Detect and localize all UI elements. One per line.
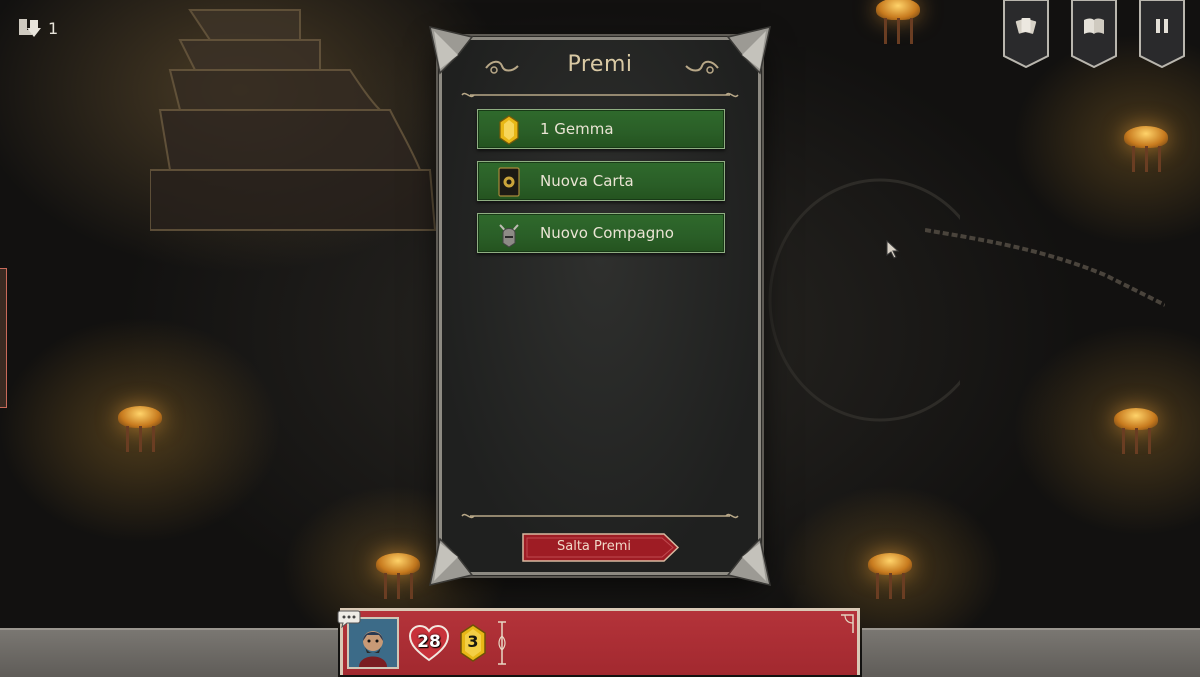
ornament-right [685,60,719,74]
reward-gem[interactable]: 1 Gemma [477,109,725,149]
corner-spike [726,25,771,75]
pause-button[interactable] [1139,0,1185,69]
reward-companion[interactable]: Nuovo Compagno [477,213,725,253]
health-value: 28 [417,632,441,652]
gem-icon [499,115,519,145]
gem-count: 3 [467,632,479,651]
brazier [862,545,918,605]
cards-icon [1015,18,1037,34]
reward-card[interactable]: Nuova Carta [477,161,725,201]
hud-bar-left [0,628,338,677]
reward-card-label: Nuova Carta [540,172,634,190]
stairs-decoration [150,9,437,231]
corner-spike [726,537,771,587]
hud-corner-ornament [841,614,854,633]
brazier [370,545,426,605]
title-divider [461,92,739,98]
step-count: 1 [48,18,59,38]
hud-bar-right [862,628,1200,677]
brazier [112,398,168,458]
boot-arrow-icon [19,19,41,37]
helmet-icon [499,224,519,248]
book-icon [1084,18,1104,34]
rewards-panel: Premi 1 Gemma Nuova Carta Nuovo Compagno [439,37,761,575]
corner-spike [429,25,474,75]
reward-gem-label: 1 Gemma [540,120,614,138]
reward-companion-label: Nuovo Compagno [540,224,674,242]
hud-divider [498,621,506,665]
chain-decoration [925,228,1165,307]
step-counter: 1 [16,14,58,42]
corner-spike [429,537,474,587]
skip-rewards-label: Salta Premi [557,539,631,554]
speech-bubble-icon[interactable] [337,610,361,628]
floor-circle [768,178,960,422]
brazier [1108,400,1164,460]
deck-button[interactable] [1003,0,1049,69]
journal-button[interactable] [1071,0,1117,69]
card-icon [498,167,520,197]
skip-rewards-button[interactable]: Salta Premi [522,533,680,562]
mouse-cursor-icon [886,240,900,259]
pause-icon [1156,19,1168,33]
brazier [870,0,926,50]
bottom-divider [461,513,739,519]
side-tab [0,268,7,408]
brazier [1118,118,1174,178]
